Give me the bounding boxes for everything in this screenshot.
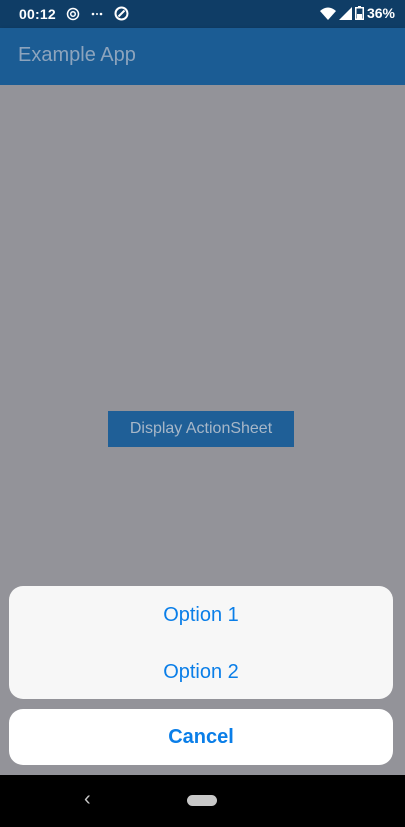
- back-icon[interactable]: ‹: [84, 789, 91, 809]
- status-bar: 00:12 36%: [0, 0, 405, 28]
- action-sheet-cancel-button[interactable]: Cancel: [9, 709, 393, 765]
- action-option-1[interactable]: Option 1: [9, 587, 393, 643]
- status-left-icons: [66, 6, 129, 21]
- action-option-2[interactable]: Option 2: [9, 644, 393, 699]
- sync-icon: [114, 6, 129, 21]
- nfc-icon: [66, 7, 80, 20]
- app-title: Example App: [18, 44, 136, 66]
- home-pill-icon[interactable]: [187, 795, 217, 806]
- navigation-bar: ‹: [0, 775, 405, 827]
- status-right: 36%: [319, 5, 395, 21]
- signal-icon: [338, 6, 352, 20]
- battery-icon: [354, 6, 364, 20]
- more-dots-icon: [91, 12, 103, 15]
- phone-screen: 00:12 36% Example App Display ActionShee…: [0, 0, 405, 827]
- action-sheet-options: Option 1 Option 2: [9, 586, 393, 699]
- display-actionsheet-button[interactable]: Display ActionSheet: [108, 411, 294, 447]
- status-time: 00:12: [19, 6, 56, 22]
- battery-percent: 36%: [366, 5, 395, 21]
- wifi-icon: [319, 7, 336, 20]
- app-bar: Example App: [0, 28, 405, 85]
